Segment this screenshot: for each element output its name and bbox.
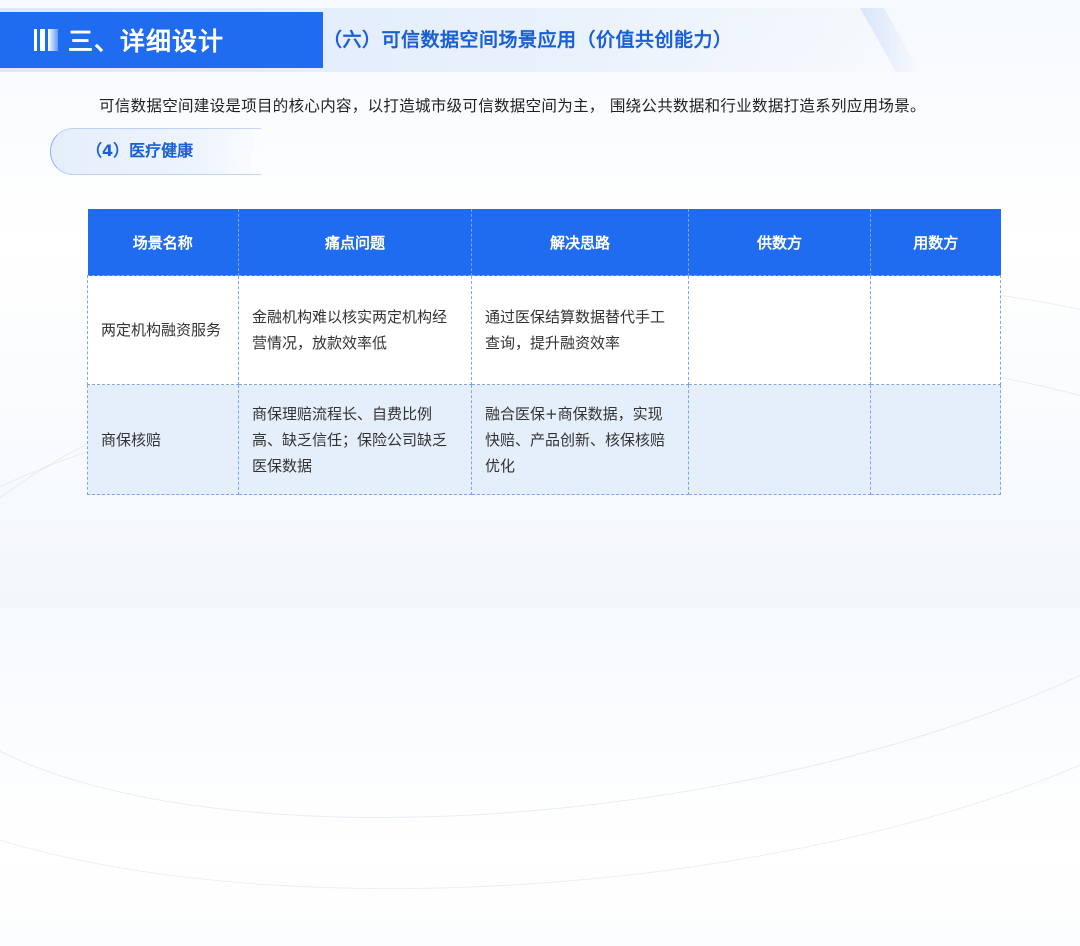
scene-table: 场景名称 痛点问题 解决思路 供数方 用数方 两定机构融资服务 金融机构难以核实…	[87, 209, 1001, 495]
scene-name-cell: 两定机构融资服务	[87, 275, 239, 385]
solution-cell: 通过医保结算数据替代手工查询，提升融资效率	[471, 275, 689, 385]
pain-cell: 金融机构难以核实两定机构经营情况，放款效率低	[238, 275, 472, 385]
user-cell	[870, 275, 1001, 385]
pain-cell: 商保理赔流程长、自费比例高、缺乏信任；保险公司缺乏医保数据	[238, 384, 472, 495]
supplier-cell	[688, 275, 871, 385]
table-row: 两定机构融资服务 金融机构难以核实两定机构经营情况，放款效率低 通过医保结算数据…	[87, 275, 1001, 385]
supplier-cell	[688, 384, 871, 495]
column-header-scene: 场景名称	[87, 209, 239, 276]
sub-title: （六）可信数据空间场景应用（价值共创能力）	[323, 29, 733, 51]
table-header-row: 场景名称 痛点问题 解决思路 供数方 用数方	[87, 209, 1001, 276]
column-header-supplier: 供数方	[688, 209, 871, 276]
intro-text: 可信数据空间建设是项目的核心内容，以打造城市级可信数据空间为主， 围绕公共数据和…	[99, 97, 926, 115]
column-header-solution: 解决思路	[471, 209, 689, 276]
solution-cell: 融合医保+商保数据，实现快赔、产品创新、核保核赔优化	[471, 384, 689, 495]
scene-name-cell: 商保核赔	[87, 384, 239, 495]
user-cell	[870, 384, 1001, 495]
column-header-user: 用数方	[870, 209, 1001, 276]
table-row: 商保核赔 商保理赔流程长、自费比例高、缺乏信任；保险公司缺乏医保数据 融合医保+…	[87, 384, 1001, 495]
section-title: 三、详细设计	[68, 27, 225, 56]
category-label: （4）医疗健康	[86, 141, 194, 160]
bars-icon	[34, 29, 58, 51]
section-tab: 三、详细设计	[0, 12, 323, 68]
column-header-pain: 痛点问题	[238, 209, 472, 276]
